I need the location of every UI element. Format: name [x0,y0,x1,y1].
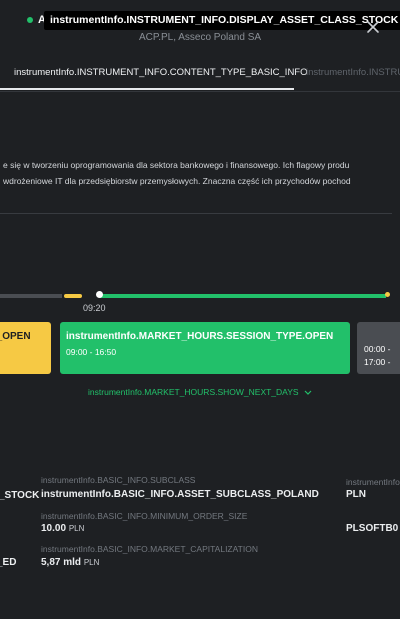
isin-value: PLSOFTB0 [346,523,399,534]
chevron-down-icon [304,390,312,395]
close-button[interactable] [364,18,382,36]
instrument-subtitle: ACP.PL, Asseco Poland SA [138,32,262,43]
active-tab-indicator [0,88,294,90]
status-value: _ED [0,557,17,568]
timeline-end-marker [385,292,390,297]
currency-unit: PLN [68,524,85,533]
tab-next[interactable]: instrumentInfo.INSTRUMENT_INFO. [306,67,400,78]
timeline-current-time: 09:20 [83,303,106,313]
status-dot [27,17,33,23]
description-line: e się w tworzeniu oprogramowania dla sek… [3,160,350,170]
subclass-label: instrumentInfo.BASIC_INFO.SUBCLASS [41,475,196,485]
session-time: 00:00 - [364,344,391,354]
session-time: 09:00 - 16:50 [66,347,117,357]
subclass-value: instrumentInfo.BASIC_INFO.ASSET_SUBCLASS… [41,489,319,500]
instrument-description: e się w tworzeniu oprogramowania dla sek… [0,157,400,189]
description-line: wdrożeniowe IT dla przedsiębiorstw przem… [3,176,351,186]
asset-class-value: _STOCK [0,490,40,501]
show-next-days-button[interactable]: instrumentInfo.MARKET_HOURS.SHOW_NEXT_DA… [0,387,400,397]
minimum-order-size-value: 10.00 PLN [41,523,85,534]
tab-basic-info[interactable]: instrumentInfo.INSTRUMENT_INFO.CONTENT_T… [14,67,308,78]
currency-value: PLN [346,489,366,500]
session-name: instrumentInfo.MARKET_HOURS.SESSION_TYPE… [66,331,334,342]
show-next-days-label: instrumentInfo.MARKET_HOURS.SHOW_NEXT_DA… [88,387,299,397]
currency-label: instrumentInfo.B [346,477,400,487]
timeline-open-segment [100,294,386,298]
session-name: E_OPEN [0,331,31,342]
timeline-closed-segment [0,294,62,298]
session-card-pre-open: E_OPEN [0,322,51,374]
timeline-current-marker [96,291,103,298]
minimum-order-size-label: instrumentInfo.BASIC_INFO.MINIMUM_ORDER_… [41,511,248,521]
header: A instrumentInfo.INSTRUMENT_INFO.DISPLAY… [0,0,400,60]
timeline-pre-open-segment [64,294,82,298]
session-card-next: 00:00 - 17:00 - [357,322,400,374]
currency-unit: PLN [83,558,100,567]
tab-bar: instrumentInfo.INSTRUMENT_INFO.CONTENT_T… [0,58,400,92]
divider [0,213,392,214]
close-icon [367,21,379,33]
market-capitalization-value: 5,87 mld PLN [41,557,100,568]
asset-class-tooltip: instrumentInfo.INSTRUMENT_INFO.DISPLAY_A… [44,11,400,30]
session-card-open: instrumentInfo.MARKET_HOURS.SESSION_TYPE… [60,322,350,374]
market-capitalization-label: instrumentInfo.BASIC_INFO.MARKET_CAPITAL… [41,544,258,554]
session-time: 17:00 - [364,357,391,367]
